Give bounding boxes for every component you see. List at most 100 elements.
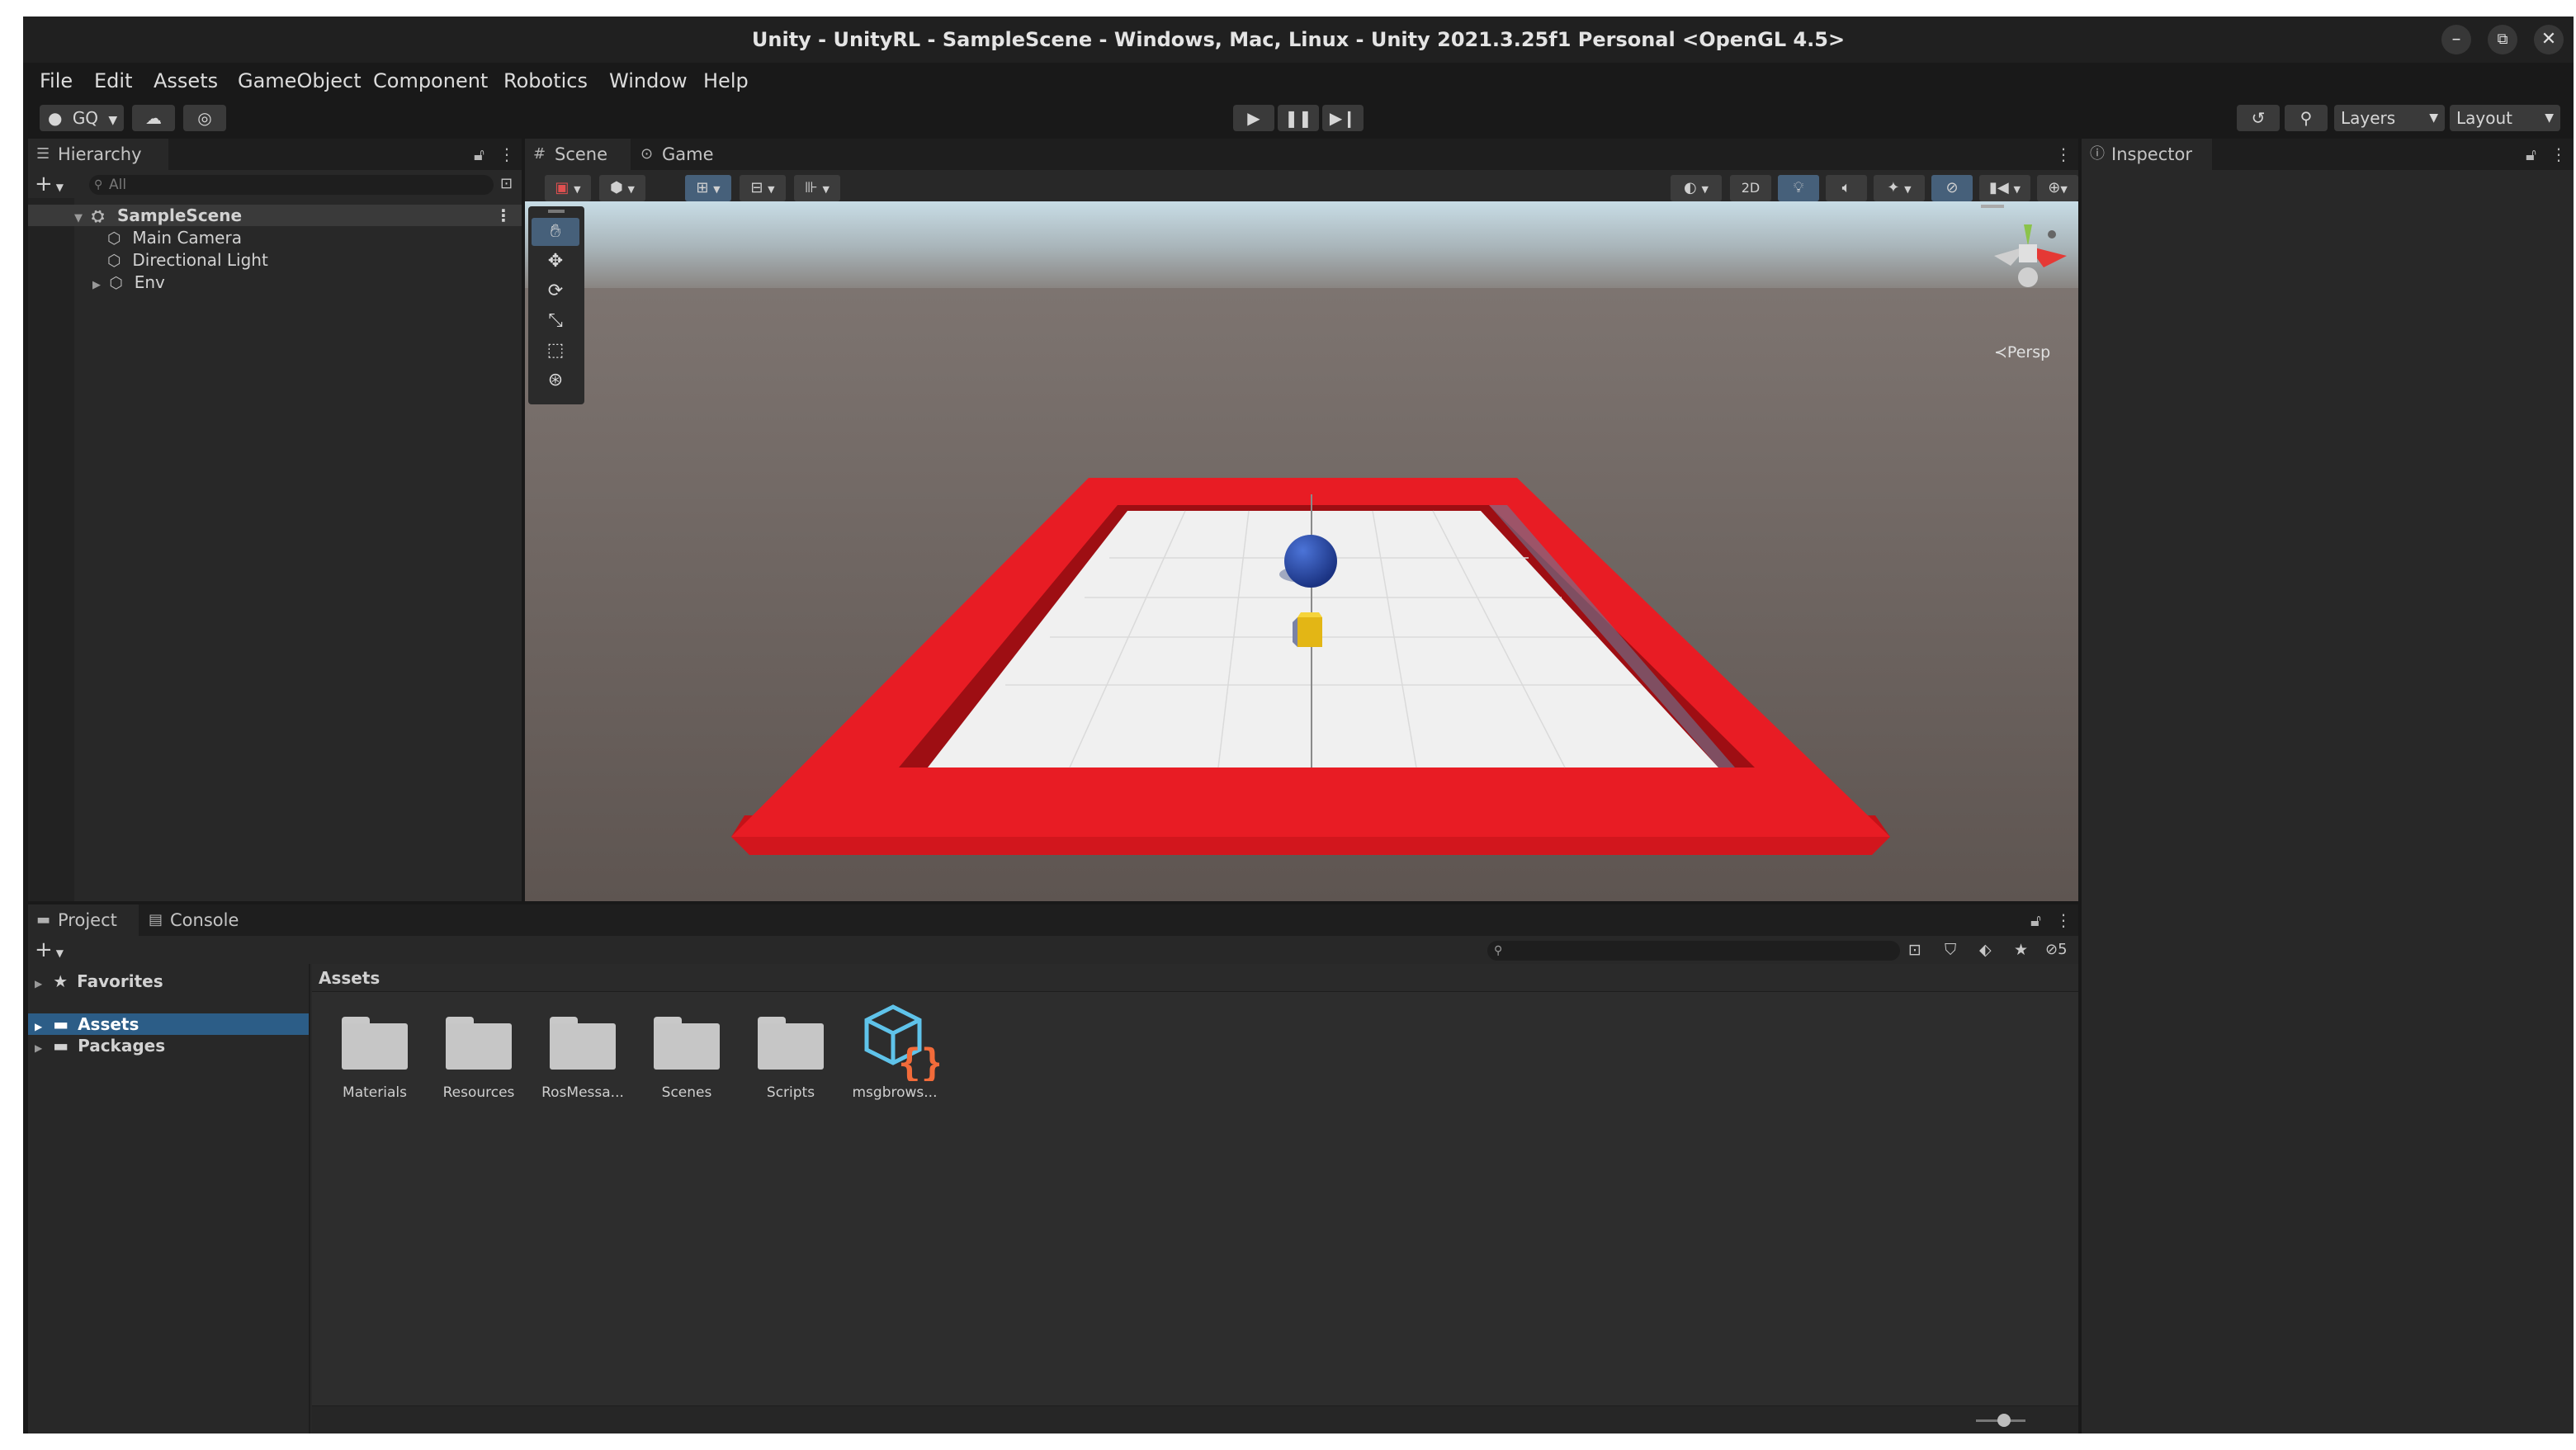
hierarchy-row-scene[interactable]: ▼ ⛭ SampleScene ⋮ (28, 205, 522, 226)
project-search-input[interactable]: ⚲ (1487, 941, 1900, 961)
search-button[interactable]: ⚲ (2285, 105, 2328, 131)
collab-button[interactable]: ◎ (183, 105, 226, 131)
asset-item[interactable]: RosMessa... (533, 1002, 632, 1117)
chevron-down-icon: ▼ (108, 114, 118, 127)
foldout-arrow-icon: ▶ (35, 1042, 43, 1054)
close-button[interactable]: ✕ (2534, 25, 2564, 54)
step-button[interactable]: ▶❙ (1322, 105, 1364, 131)
asset-item[interactable]: Resources (429, 1002, 528, 1117)
target-cube-side (1293, 617, 1297, 647)
kebab-menu-icon[interactable]: ⋮ (2550, 139, 2567, 170)
kebab-menu-icon[interactable]: ⋮ (2055, 139, 2072, 170)
menu-gameobject[interactable]: GameObject (238, 63, 362, 99)
move-tool[interactable]: ✥ (532, 248, 579, 276)
history-button[interactable]: ↺ (2237, 105, 2280, 131)
lighting-toggle[interactable]: 💡︎ (1778, 175, 1819, 201)
tab-project[interactable]: ▬ Project (28, 904, 139, 936)
draw-mode-icon: ▣ (555, 179, 570, 196)
sidebar-assets[interactable]: ▶ ▬ Assets (28, 1013, 309, 1035)
menu-file[interactable]: File (40, 63, 73, 99)
hand-tool[interactable]: ✋︎ (532, 218, 579, 246)
cloud-button[interactable]: ☁ (132, 105, 175, 131)
gameobject-cube-icon: ⬡ (107, 229, 121, 248)
hierarchy-item-label: Directional Light (132, 250, 268, 270)
search-filter-icon[interactable]: ⊡ (500, 170, 513, 198)
account-dropdown[interactable]: ● GQ ▼ (40, 105, 124, 131)
kebab-menu-icon[interactable]: ⋮ (495, 205, 512, 226)
layout-dropdown[interactable]: Layout ▼ (2450, 105, 2560, 131)
favorite-star-icon[interactable]: ★ (2014, 936, 2028, 964)
tab-console[interactable]: ▤ Console (140, 904, 248, 936)
scene-orientation-gizmo[interactable]: ≺Persp (1945, 201, 2068, 361)
scene-viewport[interactable]: ✋︎ ✥ ⟳ ⤡ ⬚ ⊛ ≺Persp (525, 201, 2078, 901)
hierarchy-search-input[interactable]: ⚲ All (89, 175, 494, 195)
render-mode-dropdown[interactable]: ⬢ ▼ (599, 175, 645, 201)
menu-help[interactable]: Help (703, 63, 749, 99)
drag-handle-icon[interactable] (548, 210, 565, 213)
transform-tool[interactable]: ⊛ (532, 366, 579, 394)
menu-window[interactable]: Window (609, 63, 688, 99)
audio-toggle[interactable]: 🔈︎ (1826, 175, 1867, 201)
increment-snap-dropdown[interactable]: ⊪ ▼ (794, 175, 840, 201)
tab-game[interactable]: ⊙ Game (632, 139, 731, 170)
draw-mode-dropdown[interactable]: ▣ ▼ (545, 175, 591, 201)
sidebar-favorites[interactable]: ▶ ★ Favorites (28, 971, 309, 992)
scale-tool[interactable]: ⤡ (532, 307, 579, 335)
create-asset-button[interactable]: + ▼ (35, 936, 64, 964)
asset-item[interactable]: {} msgbrows... (845, 1002, 944, 1117)
menu-assets[interactable]: Assets (154, 63, 218, 99)
hidden-objects-toggle[interactable]: ⊘ (1931, 175, 1973, 201)
drag-handle-icon[interactable] (1981, 205, 2004, 208)
tab-hierarchy[interactable]: ☰ Hierarchy (28, 139, 168, 170)
list-icon: ☰ (36, 145, 50, 163)
axis-gizmo-icon (1994, 224, 2067, 287)
menu-robotics[interactable]: Robotics (503, 63, 588, 99)
lock-icon[interactable]: 🔓︎ (474, 139, 484, 170)
transform-icon: ⊛ (547, 370, 564, 390)
rect-tool[interactable]: ⬚ (532, 337, 579, 365)
grid-toggle[interactable]: ⊞ ▼ (685, 175, 731, 201)
kebab-menu-icon[interactable]: ⋮ (499, 139, 515, 170)
gizmos-dropdown[interactable]: ⊕▼ (2037, 175, 2078, 201)
hidden-packages-toggle[interactable]: ⊘5 (2045, 936, 2068, 964)
effects-dropdown[interactable]: ✦ ▼ (1874, 175, 1925, 201)
lock-icon[interactable]: 🔓︎ (2030, 904, 2041, 936)
tab-scene[interactable]: # Scene (525, 139, 631, 170)
projection-label[interactable]: ≺Persp (1994, 343, 2050, 361)
project-toolbar: + ▼ ⚲ ⊡ ⛉ ⬖ ★ ⊘5 (28, 936, 2078, 964)
hierarchy-panel: ☰ Hierarchy 🔓︎ ⋮ + ▼ ⚲ All ⊡ ▼ ⛭ SampleSc… (28, 139, 522, 901)
hierarchy-row-main-camera[interactable]: ⬡ Main Camera (28, 227, 242, 248)
shading-mode-dropdown[interactable]: ◐ ▼ (1671, 175, 1722, 201)
menu-edit[interactable]: Edit (94, 63, 132, 99)
camera-dropdown[interactable]: ▮◀ ▼ (1979, 175, 2030, 201)
maximize-button[interactable]: ⧉ (2488, 25, 2517, 54)
rotate-tool[interactable]: ⟳ (532, 277, 579, 305)
tag-icon[interactable]: ⬖ (1979, 936, 1992, 964)
speaker-icon: 🔈︎ (1841, 179, 1851, 196)
sidebar-packages[interactable]: ▶ ▬ Packages (28, 1035, 309, 1056)
breadcrumb[interactable]: Assets (312, 964, 2078, 992)
search-by-type-icon[interactable]: ⊡ (1908, 936, 1921, 964)
tab-inspector[interactable]: ⓘ Inspector (2082, 139, 2212, 170)
asset-item[interactable]: Scenes (637, 1002, 736, 1117)
layers-dropdown[interactable]: Layers ▼ (2334, 105, 2445, 131)
play-button[interactable]: ▶ (1233, 105, 1274, 131)
asset-item[interactable]: Materials (325, 1002, 424, 1117)
pause-button[interactable]: ❚❚ (1278, 105, 1319, 131)
filter-by-label-icon[interactable]: ⛉ (1945, 936, 1956, 964)
kebab-menu-icon[interactable]: ⋮ (2055, 904, 2072, 936)
cloud-icon: ☁ (145, 108, 162, 128)
asset-item[interactable]: Scripts (741, 1002, 840, 1117)
menu-component[interactable]: Component (373, 63, 488, 99)
minimize-button[interactable]: – (2441, 25, 2471, 54)
hierarchy-row-env[interactable]: ▶ ⬡ Env (28, 272, 165, 293)
gameobject-cube-icon: ⬡ (107, 252, 121, 270)
snap-dropdown[interactable]: ⊟ ▼ (740, 175, 786, 201)
add-button[interactable]: + ▼ (35, 170, 64, 198)
hierarchy-row-directional-light[interactable]: ⬡ Directional Light (28, 249, 268, 271)
foldout-arrow-icon[interactable]: ▶ (92, 279, 101, 291)
zoom-slider-thumb[interactable] (1997, 1414, 2011, 1427)
unity-scene-icon: ⛭ (91, 207, 105, 225)
toggle-2d-button[interactable]: 2D (1730, 175, 1771, 201)
lock-icon[interactable]: 🔓︎ (2526, 139, 2536, 170)
